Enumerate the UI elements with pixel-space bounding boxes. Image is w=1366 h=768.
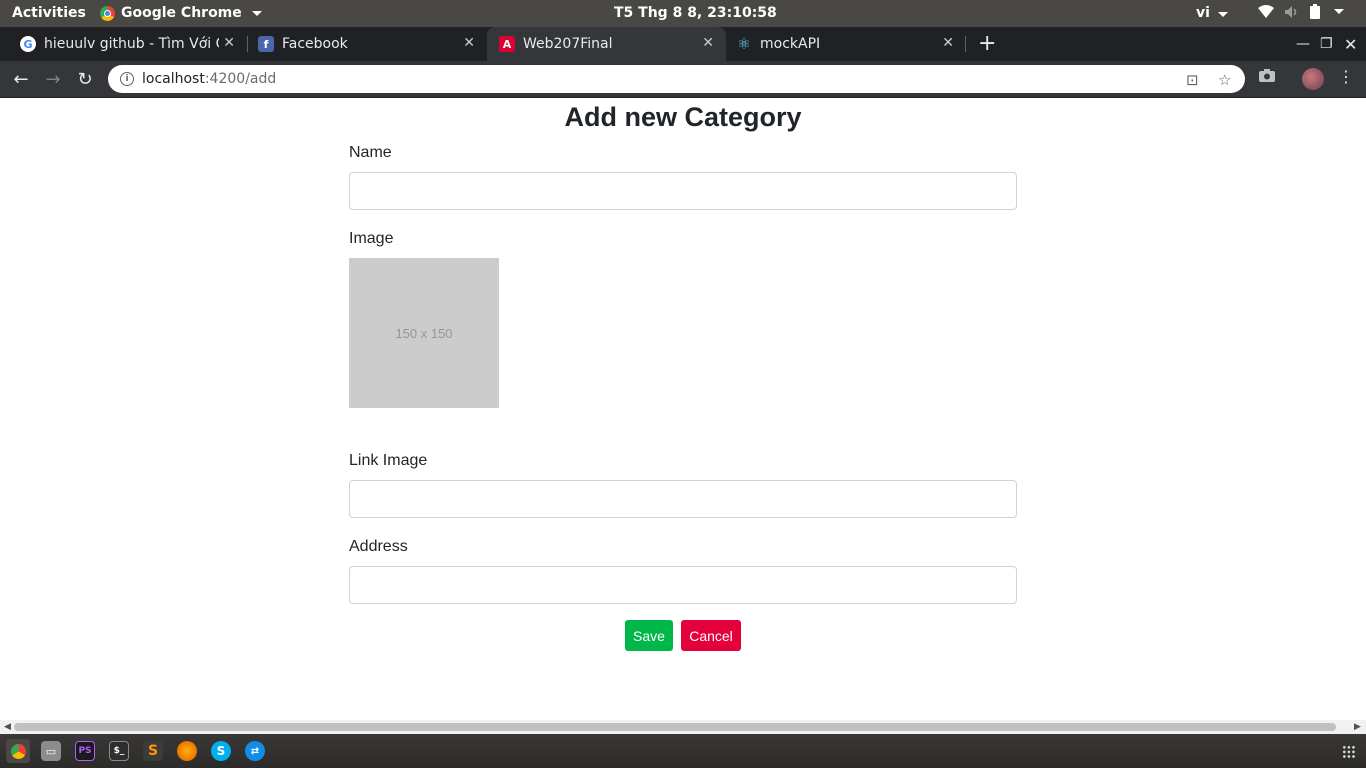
scroll-left-icon[interactable]: ◀ — [4, 722, 11, 732]
name-label: Name — [349, 144, 392, 161]
page-content: Add new Category Name Image 150 x 150 Li… — [0, 98, 1366, 720]
clock[interactable]: T5 Thg 8 8, 23:10:58 — [614, 5, 777, 21]
arrow-left-icon: ← — [13, 68, 29, 90]
tab-web207final[interactable]: A Web207Final ✕ — [487, 27, 726, 61]
scroll-right-icon[interactable]: ▶ — [1354, 722, 1361, 732]
teamviewer-icon[interactable]: ⇄ — [245, 741, 265, 761]
app-menu[interactable]: Google Chrome — [100, 5, 262, 21]
dock: ▭ PS $_ S S ⇄ — [0, 734, 1366, 768]
tab-title: hieuulv github - Tìm Với G — [44, 36, 219, 52]
close-window-button[interactable]: ✕ — [1344, 27, 1357, 61]
tab-facebook[interactable]: f Facebook ✕ — [238, 27, 487, 61]
phpstorm-icon[interactable]: PS — [75, 741, 95, 761]
skype-icon[interactable]: S — [211, 741, 231, 761]
image-preview: 150 x 150 — [349, 258, 499, 408]
reload-button[interactable]: ↻ — [74, 68, 96, 90]
address-bar[interactable]: i localhost:4200/add ⊡ ☆ — [108, 65, 1245, 93]
chevron-down-icon — [1334, 9, 1344, 14]
page-title: Add new Category — [564, 102, 802, 132]
tab-google-search[interactable]: G hieuulv github - Tìm Với G ✕ — [0, 27, 247, 61]
avatar[interactable] — [1302, 68, 1324, 90]
close-icon[interactable]: ✕ — [463, 35, 475, 51]
reload-icon: ↻ — [77, 68, 93, 90]
sublime-text-icon[interactable]: S — [143, 741, 163, 761]
back-button[interactable]: ← — [10, 68, 32, 90]
language-indicator[interactable]: vi — [1196, 5, 1228, 21]
forward-button[interactable]: → — [42, 68, 64, 90]
info-icon[interactable]: i — [120, 72, 134, 86]
close-icon[interactable]: ✕ — [223, 35, 235, 51]
tab-separator — [965, 36, 966, 52]
address-label: Address — [349, 538, 408, 555]
translate-icon[interactable]: ⊡ — [1186, 71, 1199, 89]
battery-icon — [1310, 4, 1320, 19]
cancel-button[interactable]: Cancel — [681, 620, 741, 651]
link-image-input[interactable] — [349, 480, 1017, 518]
close-icon[interactable]: ✕ — [942, 35, 954, 51]
horizontal-scrollbar[interactable]: ◀ ▶ — [0, 720, 1366, 734]
new-tab-button[interactable]: + — [978, 27, 996, 61]
tab-mockapi[interactable]: ⚛ mockAPI ✕ — [726, 27, 966, 61]
minimize-button[interactable]: — — [1296, 27, 1310, 61]
address-url[interactable]: localhost:4200/add — [142, 71, 276, 87]
system-tray[interactable] — [1258, 4, 1344, 19]
image-label: Image — [349, 230, 394, 247]
terminal-icon[interactable]: $_ — [109, 741, 129, 761]
files-icon[interactable]: ▭ — [41, 741, 61, 761]
wifi-icon — [1258, 4, 1274, 18]
menu-icon[interactable]: ⋮ — [1338, 67, 1354, 86]
star-icon[interactable]: ☆ — [1218, 71, 1231, 89]
chevron-down-icon — [251, 10, 262, 16]
browser-toolbar: ← → ↻ i localhost:4200/add ⊡ ☆ ⋮ — [0, 61, 1366, 98]
link-image-label: Link Image — [349, 452, 428, 469]
address-input[interactable] — [349, 566, 1017, 604]
react-icon: ⚛ — [737, 35, 751, 53]
activities-button[interactable]: Activities — [12, 5, 86, 21]
angular-icon: A — [499, 36, 515, 52]
close-icon[interactable]: ✕ — [702, 35, 714, 51]
tab-title: mockAPI — [760, 36, 821, 52]
chrome-icon — [100, 5, 115, 21]
language-label: vi — [1196, 5, 1210, 21]
volume-icon — [1285, 5, 1297, 18]
google-icon: G — [20, 36, 36, 52]
maximize-button[interactable]: ❐ — [1320, 27, 1333, 61]
tab-title: Facebook — [282, 36, 348, 52]
tab-title: Web207Final — [523, 36, 613, 52]
save-button[interactable]: Save — [625, 620, 673, 651]
firefox-icon[interactable] — [177, 741, 197, 761]
arrow-right-icon: → — [45, 68, 61, 90]
url-host: localhost — [142, 71, 205, 87]
url-path: :4200/add — [204, 71, 277, 87]
chrome-dock-icon[interactable] — [6, 739, 30, 763]
show-applications-icon[interactable] — [1342, 745, 1356, 759]
chevron-down-icon — [1217, 12, 1228, 17]
facebook-icon: f — [258, 36, 274, 52]
camera-icon[interactable] — [1259, 67, 1275, 86]
image-placeholder-text: 150 x 150 — [395, 325, 453, 341]
scrollbar-thumb[interactable] — [14, 723, 1336, 731]
name-input[interactable] — [349, 172, 1017, 210]
app-menu-label: Google Chrome — [121, 5, 242, 21]
system-top-bar: Activities Google Chrome T5 Thg 8 8, 23:… — [0, 0, 1366, 27]
